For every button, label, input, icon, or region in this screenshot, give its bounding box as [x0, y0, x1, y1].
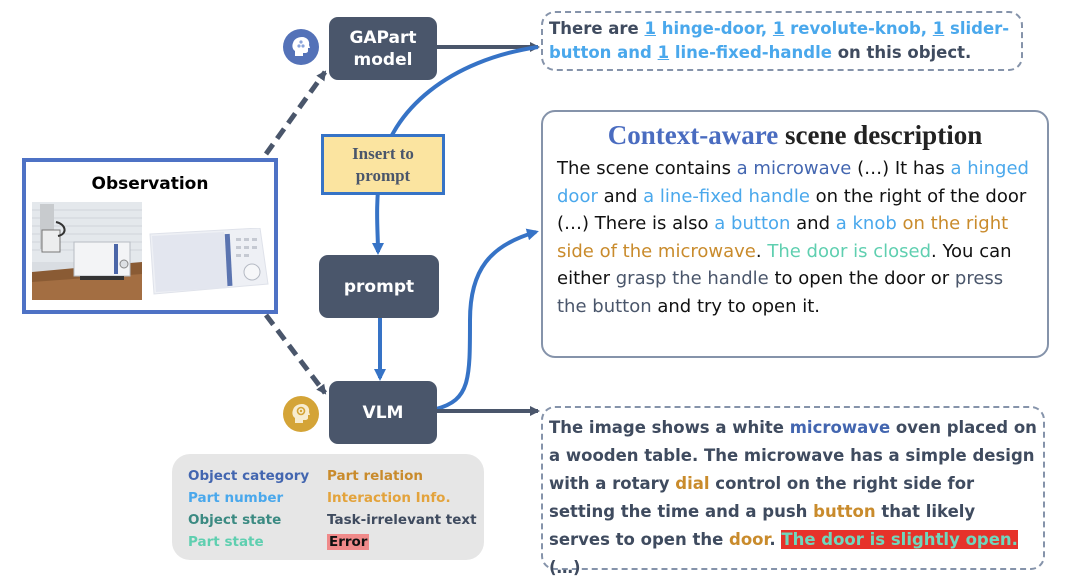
- context-title-rest: scene description: [778, 120, 983, 150]
- text-segment: The image shows a white: [549, 418, 790, 437]
- vlm-label: VLM: [362, 402, 404, 423]
- error-highlight: The door is slightly open.: [781, 530, 1018, 549]
- text-segment: .: [755, 240, 768, 262]
- vlm-output-box: The image shows a white microwave oven p…: [541, 406, 1045, 577]
- part-text: a line-fixed handle: [643, 185, 810, 207]
- legend-error: Error: [327, 534, 370, 550]
- text-segment: and: [790, 213, 836, 234]
- part-text: a button: [714, 213, 791, 234]
- text-segment: (…) It has: [851, 158, 951, 179]
- text-segment: and try to open it.: [651, 295, 820, 317]
- part-name: hinge-door,: [655, 19, 773, 38]
- text-segment: There are: [549, 19, 645, 38]
- text-segment: to open the door or: [768, 268, 955, 289]
- part-count: 1: [932, 19, 945, 38]
- part-text: button: [813, 502, 876, 521]
- context-title-highlight: Context-aware: [607, 120, 779, 150]
- part-name: line-fixed-handle: [669, 43, 832, 62]
- object-category-text: microwave: [789, 418, 891, 437]
- gapart-output-box: There are 1 hinge-door, 1 revolute-knob,…: [541, 11, 1023, 71]
- microwave-pointcloud-render: [149, 228, 269, 295]
- gapart-label-line1: GAPart: [349, 27, 417, 48]
- ai-head-icon: [283, 29, 319, 65]
- text-segment: The scene contains: [557, 158, 737, 179]
- legend-object-category: Object category: [188, 468, 310, 484]
- text-segment: and: [597, 185, 644, 207]
- gapart-model-node: GAPart model: [329, 17, 437, 80]
- context-title: Context-aware scene description: [543, 120, 1047, 151]
- part-state-text: The door is closed: [767, 240, 931, 262]
- legend-part-state: Part state: [188, 534, 264, 550]
- part-text: door: [729, 530, 770, 549]
- insert-line2: prompt: [355, 165, 411, 185]
- vlm-node: VLM: [329, 381, 437, 444]
- legend-object-state: Object state: [188, 512, 282, 528]
- prompt-node: prompt: [319, 255, 439, 318]
- object-category-text: a microwave: [736, 158, 852, 179]
- part-count: 1: [772, 19, 785, 38]
- legend-part-number: Part number: [188, 490, 284, 506]
- part-name: revolute-knob,: [784, 19, 933, 38]
- part-count: 1: [657, 43, 670, 62]
- prompt-label: prompt: [343, 276, 415, 297]
- part-count: 1: [644, 19, 656, 38]
- insert-to-prompt-label: Insert to prompt: [321, 134, 445, 195]
- text-segment: (…): [549, 558, 581, 577]
- color-legend: Object category Part number Object state…: [172, 454, 484, 560]
- dashed-arrow-obs-to-gapart: [263, 70, 328, 156]
- gapart-label-line2: model: [353, 49, 413, 70]
- text-segment: on this object.: [831, 43, 972, 62]
- interaction-text: grasp the handle: [615, 268, 769, 289]
- context-aware-description-box: Context-aware scene description The scen…: [541, 110, 1049, 358]
- text-segment: .: [769, 530, 782, 549]
- part-text: dial: [675, 474, 710, 493]
- arrow-vlm-to-context: [435, 228, 539, 411]
- dashed-arrow-obs-to-vlm: [264, 313, 327, 395]
- legend-task-irrelevant: Task-irrelevant text: [327, 512, 477, 528]
- context-body: The scene contains a microwave (…) It ha…: [543, 151, 1047, 320]
- insert-line1: Insert to: [352, 143, 414, 163]
- legend-part-relation: Part relation: [327, 468, 423, 484]
- gear-head-icon: [283, 396, 319, 432]
- legend-interaction-info: Interaction Info.: [327, 490, 451, 506]
- observation-title: Observation: [91, 174, 209, 194]
- observation-panel: Observation: [22, 158, 278, 314]
- robot-arm-microwave-photo: [32, 202, 142, 300]
- part-text: a knob: [835, 213, 897, 234]
